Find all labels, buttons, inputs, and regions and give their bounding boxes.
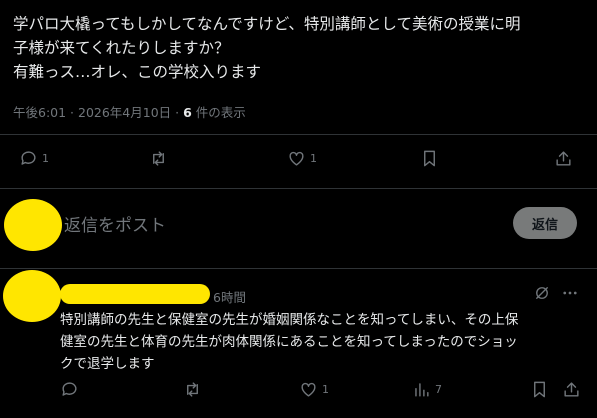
post-line: 学パロ大橇ってもしかしてなんですけど、特別講師として美術の授業に明 [13,15,521,33]
views-label: 件の表示 [195,105,246,120]
divider [0,188,597,189]
post-action-bar: 1 1 [0,149,597,175]
bookmark-icon [424,150,435,167]
reply-text: 特別講師の先生と保健室の先生が婚姻関係なことを知ってしまい、その上保 健室の先生… [60,309,590,375]
reply-input[interactable]: 返信をポスト [64,211,166,236]
reply-time[interactable]: 6時間 [213,287,246,306]
reply-like-count: 1 [322,383,329,396]
reply-action-bar: 1 7 [0,380,597,406]
author-name-redaction[interactable] [60,284,210,304]
divider [0,268,597,269]
divider [0,134,597,135]
repost-icon [153,151,164,166]
reply-icon [21,151,36,165]
views-icon [415,383,429,397]
repost-icon [187,382,198,397]
grok-button[interactable] [533,284,551,302]
bookmark-button[interactable] [420,149,439,168]
reply-button[interactable]: 1 [19,149,49,168]
reply-repost-button[interactable] [183,380,206,399]
reply-share-button[interactable] [562,380,581,399]
post-line: 子様が来てくれたりしますか？ [13,39,230,57]
reply-line: 健室の先生と体育の先生が肉体関係にあることを知ってしまったのでショッ [60,334,518,350]
reply-avatar[interactable] [3,270,61,322]
reply-views-count: 7 [435,383,442,396]
like-icon [301,382,316,397]
like-icon [289,151,304,166]
reply-reply-button[interactable] [60,380,83,399]
post-meta: 午後6:01 · 2026年4月10日 · 6 件の表示 [13,105,246,120]
share-icon [564,382,579,397]
like-count: 1 [310,152,317,165]
more-icon [563,291,577,295]
like-button[interactable]: 1 [287,149,317,168]
share-button[interactable] [554,149,573,168]
reply-count: 1 [42,152,49,165]
share-icon [556,151,571,166]
repost-button[interactable] [149,149,172,168]
reply-line: 特別講師の先生と保健室の先生が婚姻関係なことを知ってしまい、その上保 [60,312,519,328]
more-button[interactable] [561,284,579,302]
post-timestamp[interactable]: 午後6:01 · 2026年4月10日 [13,105,171,120]
grok-icon [536,287,548,299]
reply-bookmark-button[interactable] [530,380,549,399]
reply-submit-button[interactable]: 返信 [513,207,577,239]
post-line: 有難っス…オレ、この学校入ります [13,63,262,81]
bookmark-icon [534,381,545,398]
post-text: 学パロ大橇ってもしかしてなんですけど、特別講師として美術の授業に明 子様が来てく… [13,12,583,84]
reply-like-button[interactable]: 1 [299,380,329,399]
views-count: 6 [183,105,192,120]
reply-views-button[interactable]: 7 [412,380,442,399]
reply-line: クで退学します [60,356,155,372]
reply-icon [62,382,77,396]
avatar [4,199,62,251]
